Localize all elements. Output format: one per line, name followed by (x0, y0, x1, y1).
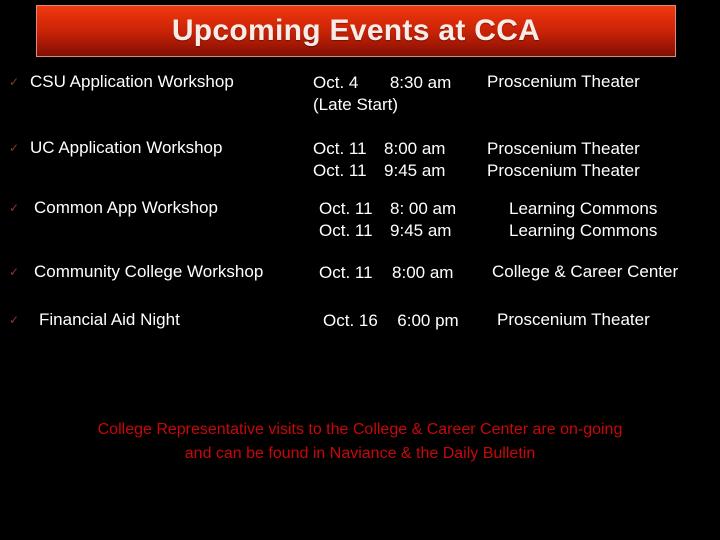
page-title: Upcoming Events at CCA (171, 14, 541, 47)
event-location-secondary: Proscenium Theater (487, 161, 640, 180)
slide-title-banner: Upcoming Events at CCA (36, 5, 676, 57)
event-when: Oct. 11 8:00 am Oct. 11 9:45 am (313, 138, 487, 182)
footer-note: College Representative visits to the Col… (0, 418, 720, 466)
event-date-secondary: Oct. 11 (319, 221, 373, 240)
event-datetime-line: Oct. 16 6:00 pm (323, 310, 497, 332)
list-item: ✓ Common App Workshop Oct. 11 8: 00 am O… (0, 198, 720, 242)
event-datetime-line: Oct. 11 8: 00 am (319, 198, 493, 220)
event-name: Common App Workshop (34, 198, 218, 217)
check-icon: ✓ (9, 75, 20, 89)
event-location: Proscenium Theater (497, 310, 650, 329)
footer-note-line-2: and can be found in Naviance & the Daily… (184, 445, 536, 462)
event-location-group: Proscenium Theater Proscenium Theater (487, 138, 720, 182)
event-when: Oct. 11 8: 00 am Oct. 11 9:45 am (317, 198, 493, 242)
check-icon: ✓ (9, 265, 20, 279)
list-item: ✓ CSU Application Workshop Oct. 4 8:30 a… (0, 72, 720, 116)
bullet-cell: ✓ (0, 138, 30, 158)
event-date: Oct. 11 (313, 139, 367, 158)
event-time: 8: 00 am (390, 199, 457, 218)
event-datetime-line-secondary: Oct. 11 9:45 am (313, 160, 487, 182)
event-date-secondary: Oct. 11 (313, 161, 367, 180)
event-name: UC Application Workshop (30, 138, 223, 157)
event-date: Oct. 11 (319, 263, 373, 282)
event-date: Oct. 4 (313, 73, 359, 92)
list-item: ✓ UC Application Workshop Oct. 11 8:00 a… (0, 138, 720, 182)
event-time: 6:00 pm (397, 311, 459, 330)
event-location: Proscenium Theater (487, 139, 640, 158)
check-icon: ✓ (9, 201, 20, 215)
list-item: ✓ Financial Aid Night Oct. 16 6:00 pm Pr… (0, 310, 720, 332)
event-location-secondary: Learning Commons (509, 221, 658, 240)
event-time-secondary: 9:45 am (384, 161, 446, 180)
event-location: Proscenium Theater (487, 72, 640, 91)
event-time-secondary: 9:45 am (390, 221, 452, 240)
check-icon: ✓ (9, 313, 20, 327)
event-time: 8:00 am (392, 263, 454, 282)
event-when: Oct. 11 8:00 am (319, 262, 492, 284)
event-note: (Late Start) (313, 95, 399, 114)
event-datetime-line: Oct. 11 8:00 am (319, 262, 492, 284)
event-when: Oct. 16 6:00 pm (322, 310, 497, 332)
event-name: Financial Aid Night (39, 310, 180, 329)
bullet-cell: ✓ (0, 310, 30, 330)
bullet-cell: ✓ (0, 198, 30, 218)
slide-canvas: Upcoming Events at CCA ✓ CSU Application… (0, 0, 720, 540)
event-location: Learning Commons (509, 199, 658, 218)
event-location-group: Learning Commons Learning Commons (493, 198, 720, 242)
bullet-cell: ✓ (0, 72, 30, 92)
event-time: 8:00 am (384, 139, 446, 158)
bullet-cell: ✓ (0, 262, 30, 282)
list-item: ✓ Community College Workshop Oct. 11 8:0… (0, 262, 720, 284)
event-date: Oct. 16 (323, 311, 378, 330)
event-name: CSU Application Workshop (30, 72, 234, 91)
event-time: 8:30 am (389, 73, 452, 92)
event-datetime-line: Oct. 4 8:30 am (313, 72, 487, 94)
event-name: Community College Workshop (34, 262, 264, 281)
check-icon: ✓ (9, 141, 20, 155)
event-datetime-line: Oct. 11 8:00 am (313, 138, 487, 160)
events-list: ✓ CSU Application Workshop Oct. 4 8:30 a… (0, 72, 720, 332)
event-location: College & Career Center (492, 262, 679, 281)
event-when: Oct. 4 8:30 am (Late Start) (313, 72, 487, 116)
event-date: Oct. 11 (319, 199, 373, 218)
event-datetime-line-secondary: Oct. 11 9:45 am (319, 220, 493, 242)
footer-note-line-1: College Representative visits to the Col… (97, 421, 623, 438)
